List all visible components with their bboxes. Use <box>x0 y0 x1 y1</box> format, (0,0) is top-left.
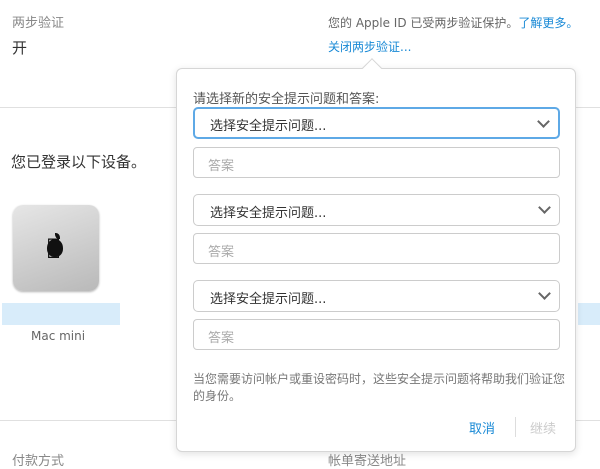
description-text: 您的 Apple ID 已受两步验证保护。 <box>328 16 519 30</box>
payment-title: 付款方式 <box>12 454 65 469</box>
select-label: 选择安全提示问题... <box>210 119 327 134</box>
two-step-status: 开 <box>12 39 28 57</box>
device-name-redacted <box>2 303 120 325</box>
learn-more-link[interactable]: 了解更多。 <box>518 16 578 30</box>
security-questions-popover: 请选择新的安全提示问题和答案: 选择安全提示问题... 答案 选择安全提示问题.… <box>176 58 576 452</box>
turn-off-two-step-link[interactable]: 关闭两步验证... <box>328 38 411 55</box>
question-select-1[interactable]: 选择安全提示问题... <box>193 107 560 139</box>
answer-input-2[interactable]: 答案 <box>193 233 560 264</box>
devices-title: 您已登录以下设备。 <box>11 153 147 171</box>
answer-input-1[interactable]: 答案 <box>193 147 560 178</box>
apple-logo-icon:  <box>47 233 63 260</box>
answer-input-3[interactable]: 答案 <box>193 319 560 350</box>
mac-mini-device[interactable]:  <box>13 205 99 291</box>
question-select-2[interactable]: 选择安全提示问题... <box>193 194 560 226</box>
help-text: 当您需要访问帐户或重设密码时，这些安全提示问题将帮助我们验证您的身份。 <box>193 372 566 403</box>
two-step-title: 两步验证 <box>12 16 65 31</box>
question-select-3[interactable]: 选择安全提示问题... <box>193 280 560 312</box>
chevron-down-icon <box>538 287 551 300</box>
device-model: Mac mini <box>31 329 86 343</box>
popover-prompt: 请选择新的安全提示问题和答案: <box>193 92 380 107</box>
cancel-button[interactable]: 取消 <box>469 418 495 437</box>
select-label: 选择安全提示问题... <box>210 292 327 307</box>
billing-address-title: 帐单寄送地址 <box>328 454 407 469</box>
button-divider <box>515 417 516 437</box>
popover-arrow <box>362 58 382 78</box>
two-step-description: 您的 Apple ID 已受两步验证保护。了解更多。 <box>328 14 578 31</box>
select-label: 选择安全提示问题... <box>210 206 327 221</box>
continue-button[interactable]: 继续 <box>530 418 556 437</box>
chevron-down-icon <box>538 201 551 214</box>
device-name-redacted <box>578 303 600 325</box>
chevron-down-icon <box>537 115 550 128</box>
